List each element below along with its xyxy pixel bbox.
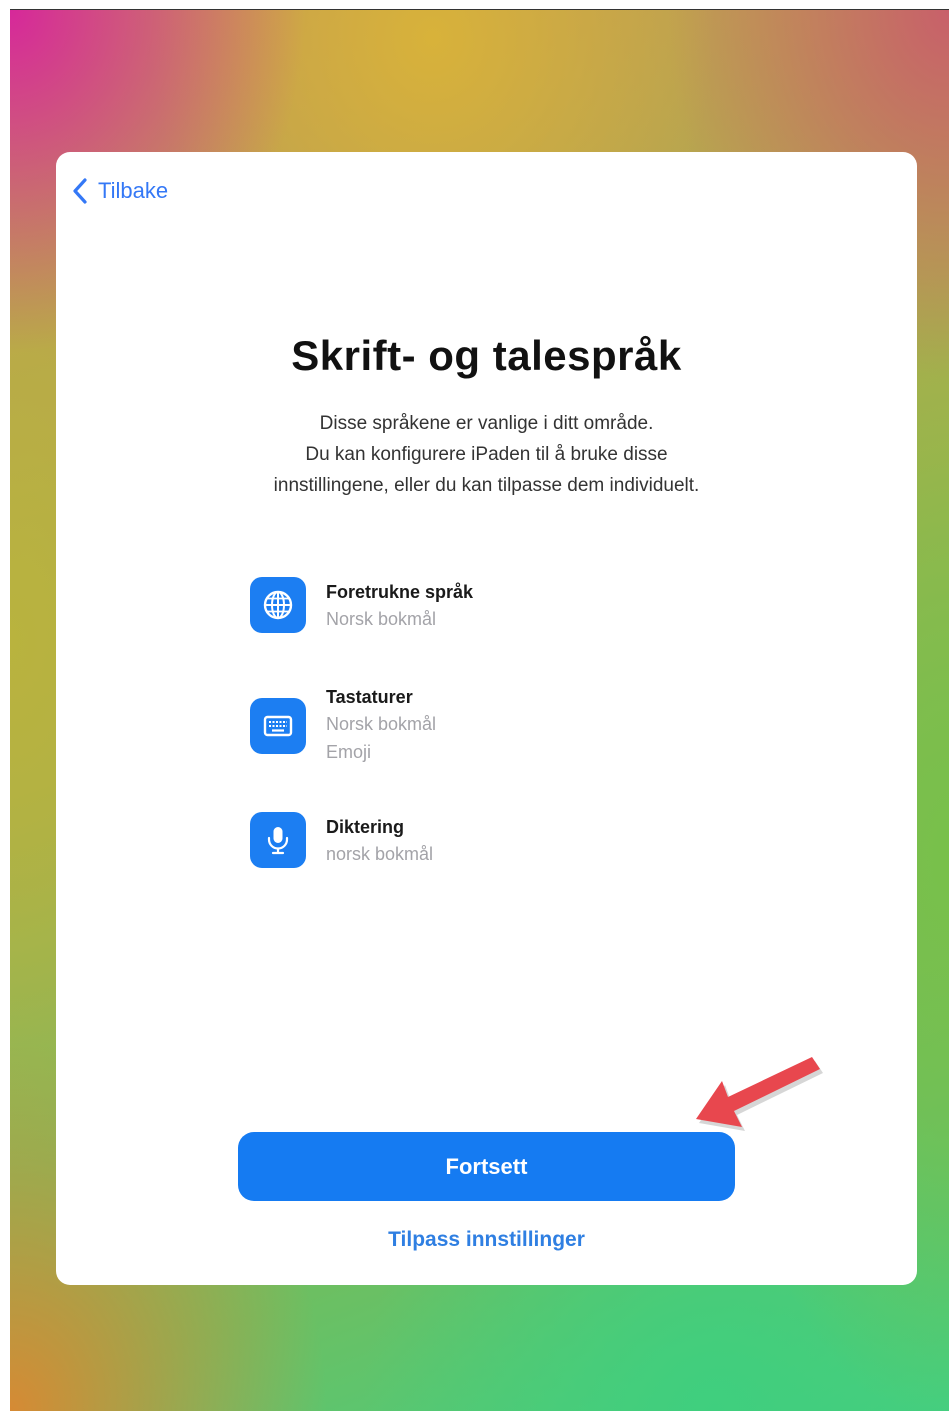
continue-button[interactable]: Fortsett [238,1132,735,1201]
globe-icon [250,577,306,633]
item-value: Norsk bokmål [326,609,437,629]
item-text: Foretrukne språk Norsk bokmål [326,577,473,633]
item-value: Emoji [326,742,372,762]
item-value: Norsk bokmål [326,714,437,734]
item-title: Tastaturer [326,687,413,707]
top-border [10,9,949,10]
keyboard-icon [250,698,306,754]
description-line: innstillingene, eller du kan tilpasse de… [273,475,700,496]
page-description: Disse språkene er vanlige i ditt område.… [56,408,917,501]
continue-button-label: Fortsett [445,1153,528,1179]
dictation-item: Diktering norsk bokmål [250,812,433,868]
keyboards-item: Tastaturer Norsk bokmål Emoji [250,682,436,766]
page-title: Skrift- og talespråk [291,332,682,379]
description-line: Disse språkene er vanlige i ditt område. [319,413,654,434]
customize-settings-link[interactable]: Tilpass innstillinger [56,1228,917,1252]
description-line: Du kan konfigurere iPaden til å bruke di… [305,444,668,465]
microphone-icon [250,812,306,868]
item-text: Diktering norsk bokmål [326,812,433,868]
item-value: norsk bokmål [326,844,434,864]
setup-card: Tilbake Skrift- og talespråk Disse språk… [56,152,917,1285]
chevron-left-icon [73,178,87,204]
item-title: Diktering [326,817,405,837]
back-button-label: Tilbake [98,178,169,203]
item-text: Tastaturer Norsk bokmål Emoji [326,682,436,766]
back-button[interactable]: Tilbake [72,176,168,206]
item-title: Foretrukne språk [326,582,474,602]
preferred-languages-item: Foretrukne språk Norsk bokmål [250,577,473,633]
